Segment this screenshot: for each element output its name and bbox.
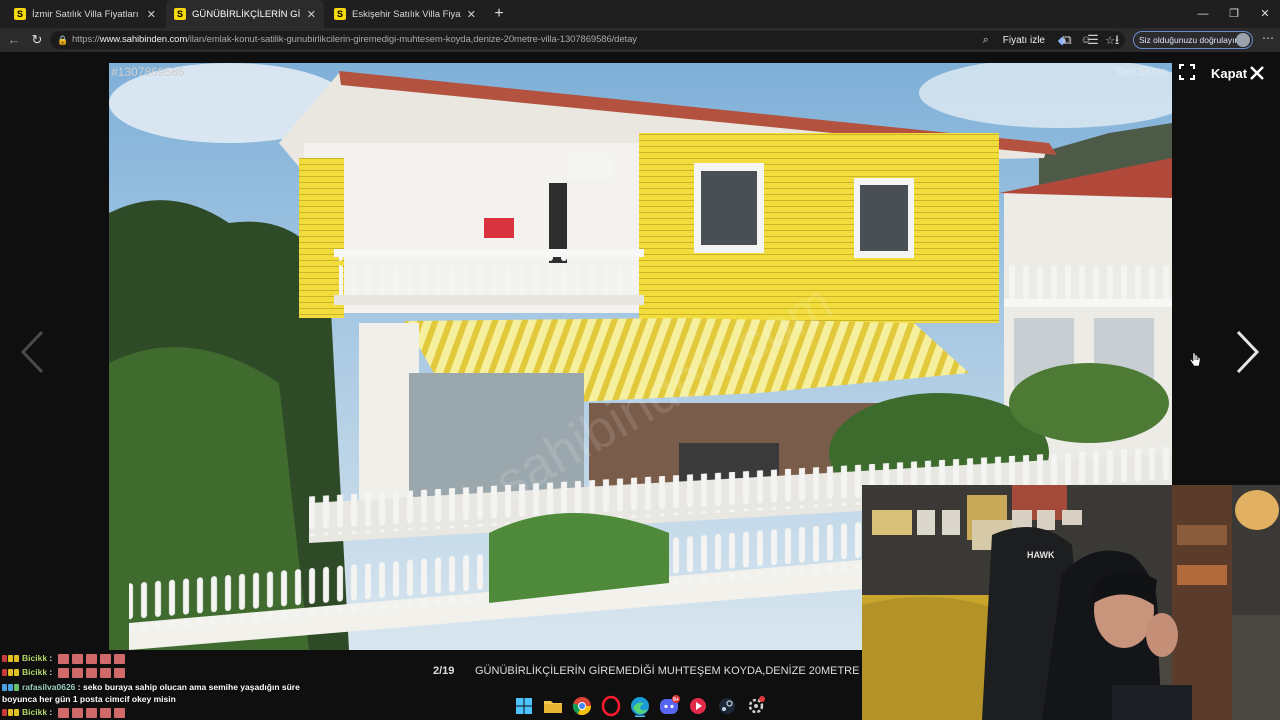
close-viewer-button[interactable]: Kapat — [1211, 66, 1247, 81]
chat-username: Bicikk — [22, 667, 48, 677]
tab-strip: S İzmir Satılık Villa Fiyatları ve Villa… — [0, 0, 1280, 28]
sahibinden-favicon: S — [334, 8, 346, 20]
emote-icon — [71, 653, 83, 664]
emote-icon — [113, 653, 125, 664]
chat-message: Bicikk : — [2, 707, 125, 718]
close-icon[interactable] — [1249, 65, 1265, 81]
chat-username: Bicikk — [22, 653, 48, 663]
tab-title: İzmir Satılık Villa Fiyatları ve Villa İ… — [32, 8, 141, 20]
emote-icon — [99, 653, 111, 664]
tab-title: Eskişehir Satılık Villa Fiyatları ve Vil… — [352, 8, 461, 20]
stream-chat-overlay: Bicikk : Bicikk : rafasilva0626 : seko b… — [0, 650, 300, 720]
close-window-button[interactable]: ✕ — [1250, 0, 1280, 28]
track-price-button[interactable]: Fiyatı izle — [1003, 35, 1045, 46]
emote-icon — [85, 653, 97, 664]
windows-start-icon[interactable] — [513, 695, 535, 717]
downloads-icon[interactable]: ⭳ — [1107, 30, 1127, 50]
sahibinden-favicon: S — [14, 8, 26, 20]
file-explorer-icon[interactable] — [542, 695, 564, 717]
emote-icon — [99, 707, 111, 718]
sahibinden-favicon: S — [174, 8, 186, 20]
chat-username: rafasilva0626 — [22, 682, 76, 692]
close-tab-icon[interactable]: ✕ — [467, 8, 476, 21]
new-tab-button[interactable]: + — [489, 4, 509, 24]
webcam-scene: HAWK — [862, 485, 1280, 720]
zoom-icon[interactable]: ⌕ — [979, 34, 993, 47]
verify-identity-button[interactable]: Siz olduğunuzu doğrulayın — [1133, 31, 1253, 49]
emote-icon — [71, 707, 83, 718]
url-text[interactable]: https://www.sahibinden.com/ilan/emlak-ko… — [72, 34, 637, 45]
chair-brand-label: HAWK — [1027, 550, 1055, 560]
tab-eskisehir-villa[interactable]: S Eskişehir Satılık Villa Fiyatları ve V… — [326, 0, 484, 28]
steam-icon[interactable] — [716, 695, 738, 717]
photo-caption: GÜNÜBİRLİKÇİLERİN GİREMEDİĞİ MUHTEŞEM KO… — [475, 665, 893, 677]
tab-title: GÜNÜBİRLİKÇİLERİN GİREMEDİĞİ MUHTEŞEM — [192, 8, 301, 20]
fullscreen-icon[interactable] — [1179, 64, 1195, 80]
address-bar[interactable]: 🔒 https://www.sahibinden.com/ilan/emlak-… — [50, 31, 1125, 49]
verify-label: Siz olduğunuzu doğrulayın — [1139, 35, 1240, 45]
emote-icon — [99, 667, 111, 678]
chat-message: Bicikk : — [2, 653, 125, 664]
fullscreen-label[interactable]: Tam Ekran — [1115, 66, 1168, 78]
streamer-webcam: HAWK — [862, 485, 1280, 720]
chat-badges — [2, 668, 20, 678]
close-tab-icon[interactable]: ✕ — [147, 8, 156, 21]
chrome-icon[interactable] — [571, 695, 593, 717]
edge-icon[interactable] — [629, 695, 651, 717]
discord-badge: 9+ — [673, 696, 679, 702]
emote-icon — [85, 707, 97, 718]
refresh-button[interactable]: ↻ — [27, 30, 47, 50]
url-prefix: https:// — [72, 34, 100, 45]
tab-izmir-villa[interactable]: S İzmir Satılık Villa Fiyatları ve Villa… — [6, 0, 164, 28]
url-path: /ilan/emlak-konut-satilik-gunubirlikcile… — [187, 34, 637, 45]
favorites-icon[interactable]: ☰ — [1083, 30, 1103, 50]
emote-icon — [71, 667, 83, 678]
url-host: www.sahibinden.com — [99, 34, 188, 45]
emote-icon — [57, 653, 69, 664]
close-tab-icon[interactable]: ✕ — [307, 8, 316, 21]
emote-icon — [113, 667, 125, 678]
emote-icon — [85, 667, 97, 678]
chat-message: Bicikk : — [2, 667, 125, 678]
back-button[interactable]: ← — [4, 30, 24, 50]
chat-username: Bicikk — [22, 707, 48, 717]
emote-icon — [57, 707, 69, 718]
chat-text: boyunca her gün 1 posta cimcif okey misi… — [2, 694, 176, 704]
next-photo-arrow-icon[interactable] — [1236, 330, 1260, 374]
previous-photo-arrow-icon[interactable] — [20, 330, 44, 374]
navigation-bar: ← ↻ 🔒 https://www.sahibinden.com/ilan/em… — [0, 28, 1280, 52]
chat-message: rafasilva0626 : seko buraya sahip olucan… — [2, 682, 300, 693]
chat-badges — [2, 708, 20, 718]
listing-id: #1307869586 — [111, 65, 185, 79]
opera-icon[interactable] — [600, 695, 622, 717]
emote-icon — [113, 707, 125, 718]
settings-icon[interactable] — [745, 695, 767, 717]
chat-text: seko buraya sahip olucan ama semihe yaşa… — [82, 682, 300, 692]
chat-badges — [2, 683, 20, 693]
chat-badges — [2, 654, 20, 664]
extensions-icon[interactable]: ⧉ — [1057, 30, 1077, 50]
hand-cursor-icon — [1189, 352, 1201, 367]
media-player-icon[interactable] — [687, 695, 709, 717]
more-menu-icon[interactable]: ⋯ — [1262, 31, 1274, 45]
discord-icon[interactable]: 9+ — [658, 694, 680, 717]
site-info-icon[interactable]: 🔒 — [56, 33, 70, 47]
minimize-button[interactable]: — — [1188, 0, 1218, 28]
tab-active-listing[interactable]: S GÜNÜBİRLİKÇİLERİN GİREMEDİĞİ MUHTEŞEM … — [166, 0, 324, 28]
maximize-button[interactable]: ❐ — [1219, 0, 1249, 28]
photo-counter: 2/19 — [433, 665, 455, 677]
profile-avatar — [1236, 33, 1250, 47]
emote-icon — [57, 667, 69, 678]
windows-taskbar: 9+ — [505, 691, 775, 720]
chat-message-continued: boyunca her gün 1 posta cimcif okey misi… — [2, 694, 176, 704]
